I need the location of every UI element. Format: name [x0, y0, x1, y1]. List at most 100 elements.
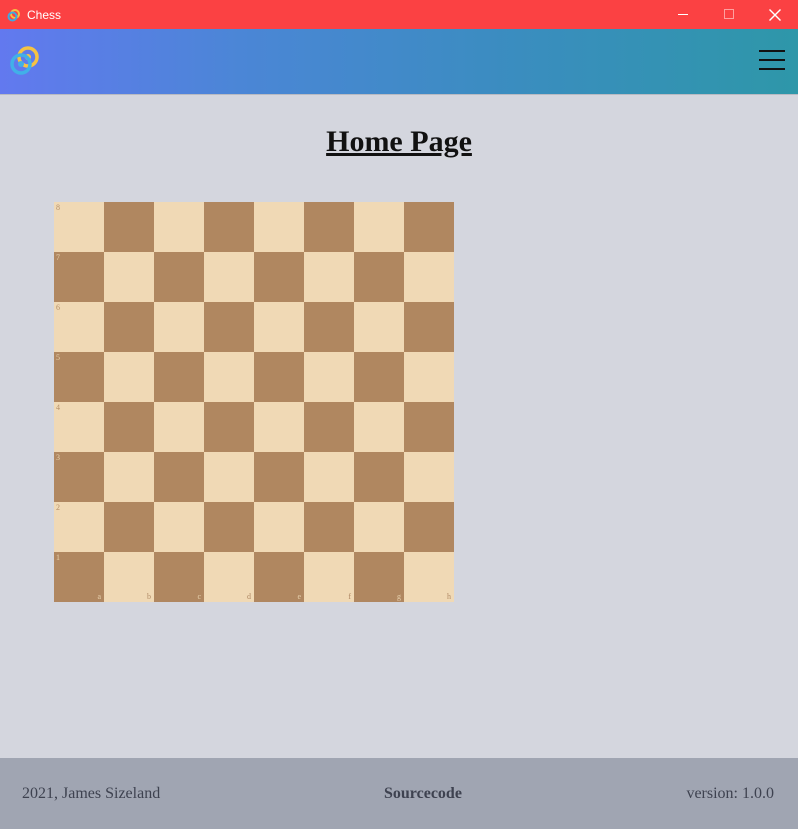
file-label: g	[397, 592, 401, 601]
app-icon	[7, 8, 21, 22]
board-square-g3[interactable]	[354, 452, 404, 502]
minimize-icon	[677, 14, 688, 15]
board-square-c8[interactable]	[154, 202, 204, 252]
board-square-c1[interactable]: c	[154, 552, 204, 602]
board-square-d6[interactable]	[204, 302, 254, 352]
maximize-icon	[723, 9, 734, 19]
sourcecode-link[interactable]: Sourcecode	[384, 785, 462, 803]
footer-version: version: 1.0.0	[686, 785, 774, 802]
board-square-f7[interactable]	[304, 252, 354, 302]
board-square-b3[interactable]	[104, 452, 154, 502]
board-square-a7[interactable]: 7	[54, 252, 104, 302]
board-square-a4[interactable]: 4	[54, 402, 104, 452]
board-square-h1[interactable]: h	[404, 552, 454, 602]
board-square-f8[interactable]	[304, 202, 354, 252]
rank-label: 4	[56, 403, 60, 412]
board-square-a8[interactable]: 8	[54, 202, 104, 252]
board-square-e2[interactable]	[254, 502, 304, 552]
file-label: e	[297, 592, 301, 601]
board-square-g8[interactable]	[354, 202, 404, 252]
window-titlebar: Chess	[0, 0, 798, 29]
page-title: Home Page	[326, 125, 472, 158]
board-square-g1[interactable]: g	[354, 552, 404, 602]
board-square-h3[interactable]	[404, 452, 454, 502]
menu-line	[759, 68, 785, 70]
rank-label: 7	[56, 253, 60, 262]
board-square-f6[interactable]	[304, 302, 354, 352]
board-square-c6[interactable]	[154, 302, 204, 352]
rank-label: 3	[56, 453, 60, 462]
board-square-d8[interactable]	[204, 202, 254, 252]
board-square-a1[interactable]: 1a	[54, 552, 104, 602]
board-square-h8[interactable]	[404, 202, 454, 252]
footer: 2021, James Sizeland Sourcecode version:…	[0, 758, 798, 829]
file-label: c	[197, 592, 201, 601]
board-square-f3[interactable]	[304, 452, 354, 502]
board-square-c3[interactable]	[154, 452, 204, 502]
file-label: h	[447, 592, 451, 601]
maximize-button[interactable]	[706, 0, 752, 29]
chess-board[interactable]: 87654321abcdefgh	[54, 202, 454, 602]
board-square-b1[interactable]: b	[104, 552, 154, 602]
board-square-c5[interactable]	[154, 352, 204, 402]
board-square-e4[interactable]	[254, 402, 304, 452]
menu-line	[759, 50, 785, 52]
rank-label: 6	[56, 303, 60, 312]
board-square-d1[interactable]: d	[204, 552, 254, 602]
board-square-e1[interactable]: e	[254, 552, 304, 602]
board-square-h4[interactable]	[404, 402, 454, 452]
board-square-h2[interactable]	[404, 502, 454, 552]
window-title: Chess	[27, 7, 62, 22]
rank-label: 5	[56, 353, 60, 362]
board-square-h5[interactable]	[404, 352, 454, 402]
footer-copyright: 2021, James Sizeland	[22, 785, 161, 802]
hamburger-menu-icon[interactable]	[759, 50, 785, 72]
board-square-f2[interactable]	[304, 502, 354, 552]
file-label: f	[348, 592, 351, 601]
minimize-button[interactable]	[660, 0, 706, 29]
board-square-d4[interactable]	[204, 402, 254, 452]
board-square-b7[interactable]	[104, 252, 154, 302]
board-square-g4[interactable]	[354, 402, 404, 452]
close-button[interactable]	[752, 0, 798, 29]
board-square-b5[interactable]	[104, 352, 154, 402]
file-label: a	[97, 592, 101, 601]
board-square-c2[interactable]	[154, 502, 204, 552]
app-logo-icon[interactable]	[8, 43, 44, 79]
board-square-a6[interactable]: 6	[54, 302, 104, 352]
board-square-e6[interactable]	[254, 302, 304, 352]
board-square-g2[interactable]	[354, 502, 404, 552]
board-square-f4[interactable]	[304, 402, 354, 452]
board-square-e7[interactable]	[254, 252, 304, 302]
board-square-h7[interactable]	[404, 252, 454, 302]
board-square-g5[interactable]	[354, 352, 404, 402]
board-square-g7[interactable]	[354, 252, 404, 302]
board-square-e8[interactable]	[254, 202, 304, 252]
board-square-b4[interactable]	[104, 402, 154, 452]
board-square-d7[interactable]	[204, 252, 254, 302]
navbar	[0, 29, 798, 95]
board-square-f5[interactable]	[304, 352, 354, 402]
rank-label: 8	[56, 203, 60, 212]
board-square-h6[interactable]	[404, 302, 454, 352]
rank-label: 2	[56, 503, 60, 512]
file-label: b	[147, 592, 151, 601]
board-square-d2[interactable]	[204, 502, 254, 552]
close-icon	[769, 8, 781, 21]
board-square-b2[interactable]	[104, 502, 154, 552]
board-square-f1[interactable]: f	[304, 552, 354, 602]
board-square-c4[interactable]	[154, 402, 204, 452]
rank-label: 1	[56, 553, 60, 562]
board-square-a2[interactable]: 2	[54, 502, 104, 552]
board-square-g6[interactable]	[354, 302, 404, 352]
board-square-b8[interactable]	[104, 202, 154, 252]
board-square-a3[interactable]: 3	[54, 452, 104, 502]
board-square-e5[interactable]	[254, 352, 304, 402]
board-square-d3[interactable]	[204, 452, 254, 502]
file-label: d	[247, 592, 251, 601]
board-square-e3[interactable]	[254, 452, 304, 502]
board-square-a5[interactable]: 5	[54, 352, 104, 402]
board-square-b6[interactable]	[104, 302, 154, 352]
board-square-d5[interactable]	[204, 352, 254, 402]
board-square-c7[interactable]	[154, 252, 204, 302]
